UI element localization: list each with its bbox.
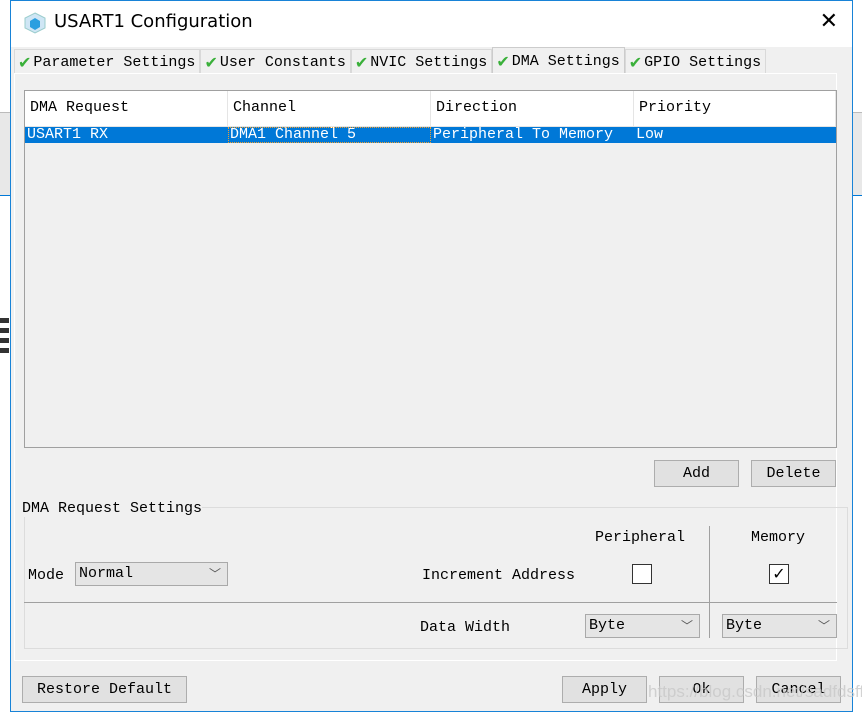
tab-gpio-settings[interactable]: ✔ GPIO Settings (624, 49, 767, 74)
mode-value: Normal (79, 565, 134, 582)
check-icon: ✔ (204, 52, 218, 72)
restore-default-button[interactable]: Restore Default (22, 676, 187, 703)
tab-parameter-settings[interactable]: ✔ Parameter Settings (14, 49, 201, 74)
memory-width-value: Byte (726, 617, 763, 634)
tab-label: GPIO Settings (644, 53, 762, 71)
column-header-channel[interactable]: Channel (228, 91, 431, 126)
tab-bar: ✔ Parameter Settings ✔ User Constants ✔ NVI… (14, 47, 767, 74)
peripheral-increment-checkbox[interactable] (632, 564, 652, 584)
cell-channel[interactable]: DMA1 Channel 5 (228, 127, 431, 143)
check-icon: ✔ (354, 52, 369, 72)
mode-select[interactable]: Normal ﹀ (75, 562, 228, 586)
close-icon[interactable]: ✕ (820, 11, 838, 33)
table-row[interactable]: USART1 RX DMA1 Channel 5 Peripheral To M… (25, 127, 836, 143)
dialog-window: USART1 Configuration ✕ ✔ Parameter Settin… (10, 0, 853, 712)
peripheral-header: Peripheral (595, 529, 686, 546)
chevron-down-icon: ﹀ (208, 567, 221, 581)
check-icon: ✔ (18, 52, 32, 72)
memory-increment-checkbox[interactable]: ✓ (769, 564, 789, 584)
column-header-direction[interactable]: Direction (431, 91, 634, 126)
background-window-strip-right (852, 112, 862, 196)
column-divider (709, 526, 710, 638)
tab-nvic-settings[interactable]: ✔ NVIC Settings (350, 49, 493, 74)
window-title: USART1 Configuration (54, 11, 253, 32)
data-width-label: Data Width (420, 619, 511, 636)
column-header-dma-request[interactable]: DMA Request (25, 91, 228, 126)
table-header: DMA Request Channel Direction Priority (25, 91, 836, 127)
memory-header: Memory (751, 529, 806, 546)
background-menu-glyph (0, 318, 9, 354)
title-bar: USART1 Configuration ✕ (11, 1, 852, 47)
tab-label: DMA Settings (511, 52, 620, 70)
cube-icon (24, 12, 46, 34)
tab-label: Parameter Settings (33, 53, 196, 71)
memory-data-width-select[interactable]: Byte ﹀ (722, 614, 837, 638)
watermark: https://blog.csdn.net/sadfdsfff (648, 682, 862, 701)
row-divider (24, 602, 837, 603)
tab-dma-settings[interactable]: ✔ DMA Settings (492, 47, 625, 74)
peripheral-width-value: Byte (589, 617, 626, 634)
tab-label: User Constants (219, 53, 346, 71)
chevron-down-icon: ﹀ (680, 619, 693, 633)
tab-label: NVIC Settings (370, 53, 488, 71)
increment-address-label: Increment Address (422, 567, 576, 584)
peripheral-data-width-select[interactable]: Byte ﹀ (585, 614, 700, 638)
tab-user-constants[interactable]: ✔ User Constants (200, 49, 351, 74)
check-icon: ✔ (628, 52, 643, 72)
apply-button[interactable]: Apply (562, 676, 647, 703)
mode-label: Mode (28, 567, 65, 584)
dma-request-table: DMA Request Channel Direction Priority U… (24, 90, 837, 448)
add-button[interactable]: Add (654, 460, 739, 487)
cell-dma-request[interactable]: USART1 RX (25, 127, 228, 143)
cell-direction[interactable]: Peripheral To Memory (431, 127, 634, 143)
check-icon: ✔ (496, 51, 510, 71)
cell-priority[interactable]: Low (634, 127, 836, 143)
chevron-down-icon: ﹀ (817, 619, 830, 633)
group-title: DMA Request Settings (22, 500, 203, 517)
column-header-priority[interactable]: Priority (634, 91, 836, 126)
delete-button[interactable]: Delete (751, 460, 836, 487)
